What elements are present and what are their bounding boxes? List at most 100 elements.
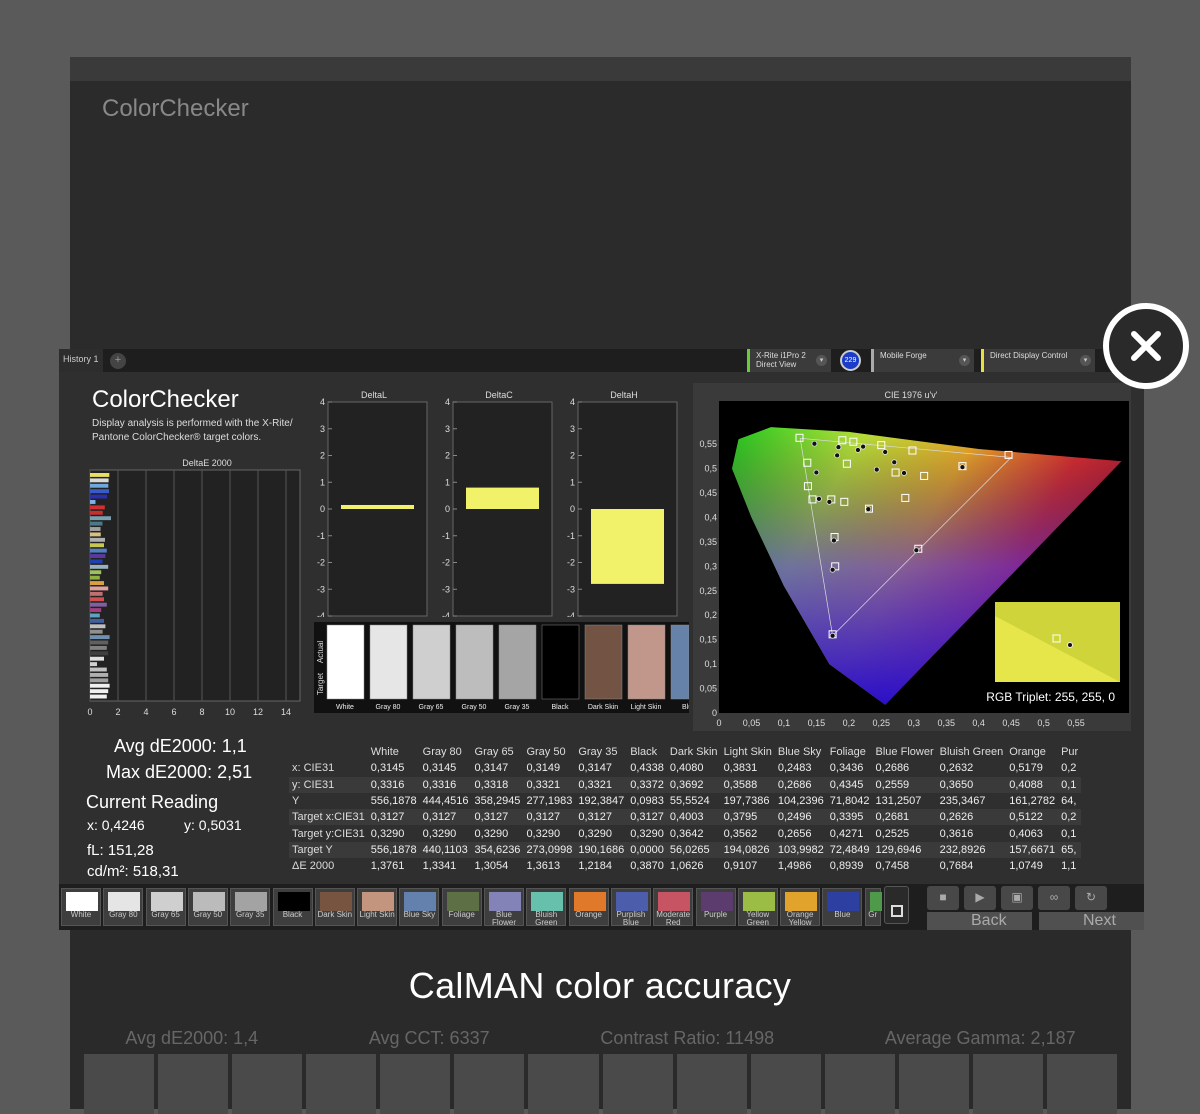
swatch-button[interactable]: Foliage [441, 888, 482, 926]
delta-bar [591, 509, 664, 584]
loop-button[interactable]: ∞ [1038, 886, 1070, 910]
swatch-button[interactable]: Gray 50 [187, 888, 228, 926]
tick-label: 0 [87, 707, 92, 717]
swatch-button[interactable]: Blue Flower [484, 888, 524, 927]
swatch-chip [541, 624, 580, 700]
deltae-bar [90, 489, 110, 494]
stop-icon[interactable] [884, 886, 909, 924]
swatch-button[interactable]: Gray 65 [145, 888, 186, 926]
row-label: Target x:CIE31 [289, 809, 368, 826]
table-row: x: CIE31 0,3145 0,3145 0,3147 0,3149 0,3147 0,… [289, 760, 1081, 776]
calman-screenshot: History 1 + X-Rite i1Pro 2 Direct View ▾… [59, 349, 1144, 930]
table-cell: 192,3847 [578, 795, 625, 808]
table-row: Y 556,1878 444,4516 358,2945 277,1983 192,384… [289, 793, 1081, 809]
y-tick-label: 0 [712, 708, 717, 718]
tick-label: 4 [445, 397, 450, 407]
column-header: Orange [1009, 746, 1046, 759]
refresh-button[interactable]: ↻ [1075, 886, 1107, 910]
swatch-button[interactable]: Gr [864, 888, 882, 926]
play-button[interactable]: ▶ [964, 886, 996, 910]
table-cell: 197,7386 [723, 795, 770, 808]
deltae-bar [90, 494, 108, 499]
table-cell: 0,2632 [939, 762, 974, 775]
stop-button[interactable]: ■ [927, 886, 959, 910]
table-cell: 0,1 [1058, 776, 1082, 793]
next-button[interactable]: Next [1039, 912, 1144, 930]
delta-bar [466, 487, 539, 509]
swatch-button[interactable]: Orange [568, 888, 609, 926]
tick-label: -3 [567, 584, 575, 594]
deltae-bar [90, 543, 104, 548]
swatch-button[interactable]: Bluish Green [526, 888, 567, 927]
swatch-button[interactable]: Gray 35 [230, 888, 271, 926]
swatch-button[interactable]: Blue Sky [399, 888, 440, 926]
background-swatch-strip [84, 1054, 1118, 1114]
swatch-button[interactable]: Gray 80 [103, 888, 144, 926]
swatch-button[interactable]: Purple [695, 888, 736, 926]
display-selector[interactable]: Direct Display Control ▾ [981, 349, 1095, 372]
table-cell: 0,3616 [939, 827, 974, 840]
meter-selector[interactable]: X-Rite i1Pro 2 Direct View ▾ [747, 349, 831, 372]
deltae-bar [90, 613, 100, 618]
table-cell: 0,4271 [829, 827, 864, 840]
table-cell: 0,3562 [723, 827, 758, 840]
luminance-fl: fL: 151,28 [87, 842, 154, 859]
source-selector[interactable]: Mobile Forge ▾ [871, 349, 974, 372]
table-cell: 235,3467 [939, 795, 986, 808]
swatch-button[interactable]: White [61, 888, 101, 926]
swatch-button[interactable]: Black [272, 888, 313, 926]
swatch-selector-bar: Gr Blue Orange Yellow Yellow Green Purple Mod… [59, 884, 1144, 930]
tick-label: 2 [115, 707, 120, 717]
tab-history-1[interactable]: History 1 [59, 349, 103, 372]
table-cell: 0,8939 [829, 860, 864, 873]
swatch-button[interactable]: Purplish Blue [610, 888, 651, 927]
table-cell: 0,3290 [474, 827, 509, 840]
back-button[interactable]: Back [927, 912, 1032, 930]
swatch-label: Gray 65 [151, 910, 180, 919]
swatch-button[interactable]: Blue [822, 888, 863, 926]
swatch-label: White [336, 704, 354, 711]
deltae-bar [90, 662, 97, 667]
save-button[interactable]: ▣ [1001, 886, 1033, 910]
column-header [289, 744, 368, 760]
tick-label: 1 [570, 477, 575, 487]
deltae-bar [90, 694, 107, 699]
add-tab-button[interactable]: + [110, 353, 126, 369]
tick-label: 6 [171, 707, 176, 717]
table-cell: 0,3127 [575, 809, 628, 826]
table-cell: 0,3316 [419, 776, 472, 793]
table-cell: 0,3642 [669, 827, 704, 840]
deltae-bar [90, 570, 102, 575]
deltac-chart: DeltaC 4 3 2 1 0 -1 -2 -3 -4 [442, 390, 553, 617]
tick-label: -2 [317, 558, 325, 568]
swatch-button[interactable]: Moderate Red [653, 888, 694, 927]
tick-label: 2 [445, 451, 450, 461]
measured-marker [829, 566, 836, 573]
swatch-label: Blue [682, 704, 689, 711]
swatch-label: Gray 35 [505, 704, 530, 711]
deltae-bar [90, 624, 106, 629]
table-cell: 444,4516 [422, 795, 469, 808]
rgb-triplet-label: RGB Triplet: 255, 255, 0 [986, 690, 1115, 704]
deltae-bar [90, 651, 109, 656]
swatch-button[interactable]: Yellow Green [737, 888, 778, 927]
table-row: y: CIE31 0,3316 0,3316 0,3318 0,3321 0,3321 0,… [289, 776, 1082, 793]
table-cell: 161,2782 [1009, 795, 1056, 808]
tick-label: -2 [567, 558, 575, 568]
table-cell: 0,3588 [720, 776, 775, 793]
swatch-chip [326, 624, 365, 700]
x-tick-label: 0,45 [1002, 718, 1020, 728]
plot-area [89, 469, 301, 702]
meter-badge[interactable]: 229 [840, 350, 861, 371]
tick-label: 1 [445, 477, 450, 487]
deltae-bar [90, 645, 107, 650]
swatch-button[interactable]: Orange Yellow [780, 888, 821, 927]
table-cell: 0,3290 [578, 827, 612, 840]
close-button[interactable] [1103, 303, 1189, 389]
table-row: ΔE 2000 1,3761 1,3341 1,3054 1,3613 1,2184 0,3… [289, 858, 1081, 874]
meter-name: X-Rite i1Pro 2 [756, 351, 806, 360]
measured-marker [882, 449, 889, 455]
swatch-button[interactable]: Light Skin [357, 888, 398, 926]
tick-label: 0 [570, 504, 575, 514]
swatch-button[interactable]: Dark Skin [314, 888, 355, 926]
